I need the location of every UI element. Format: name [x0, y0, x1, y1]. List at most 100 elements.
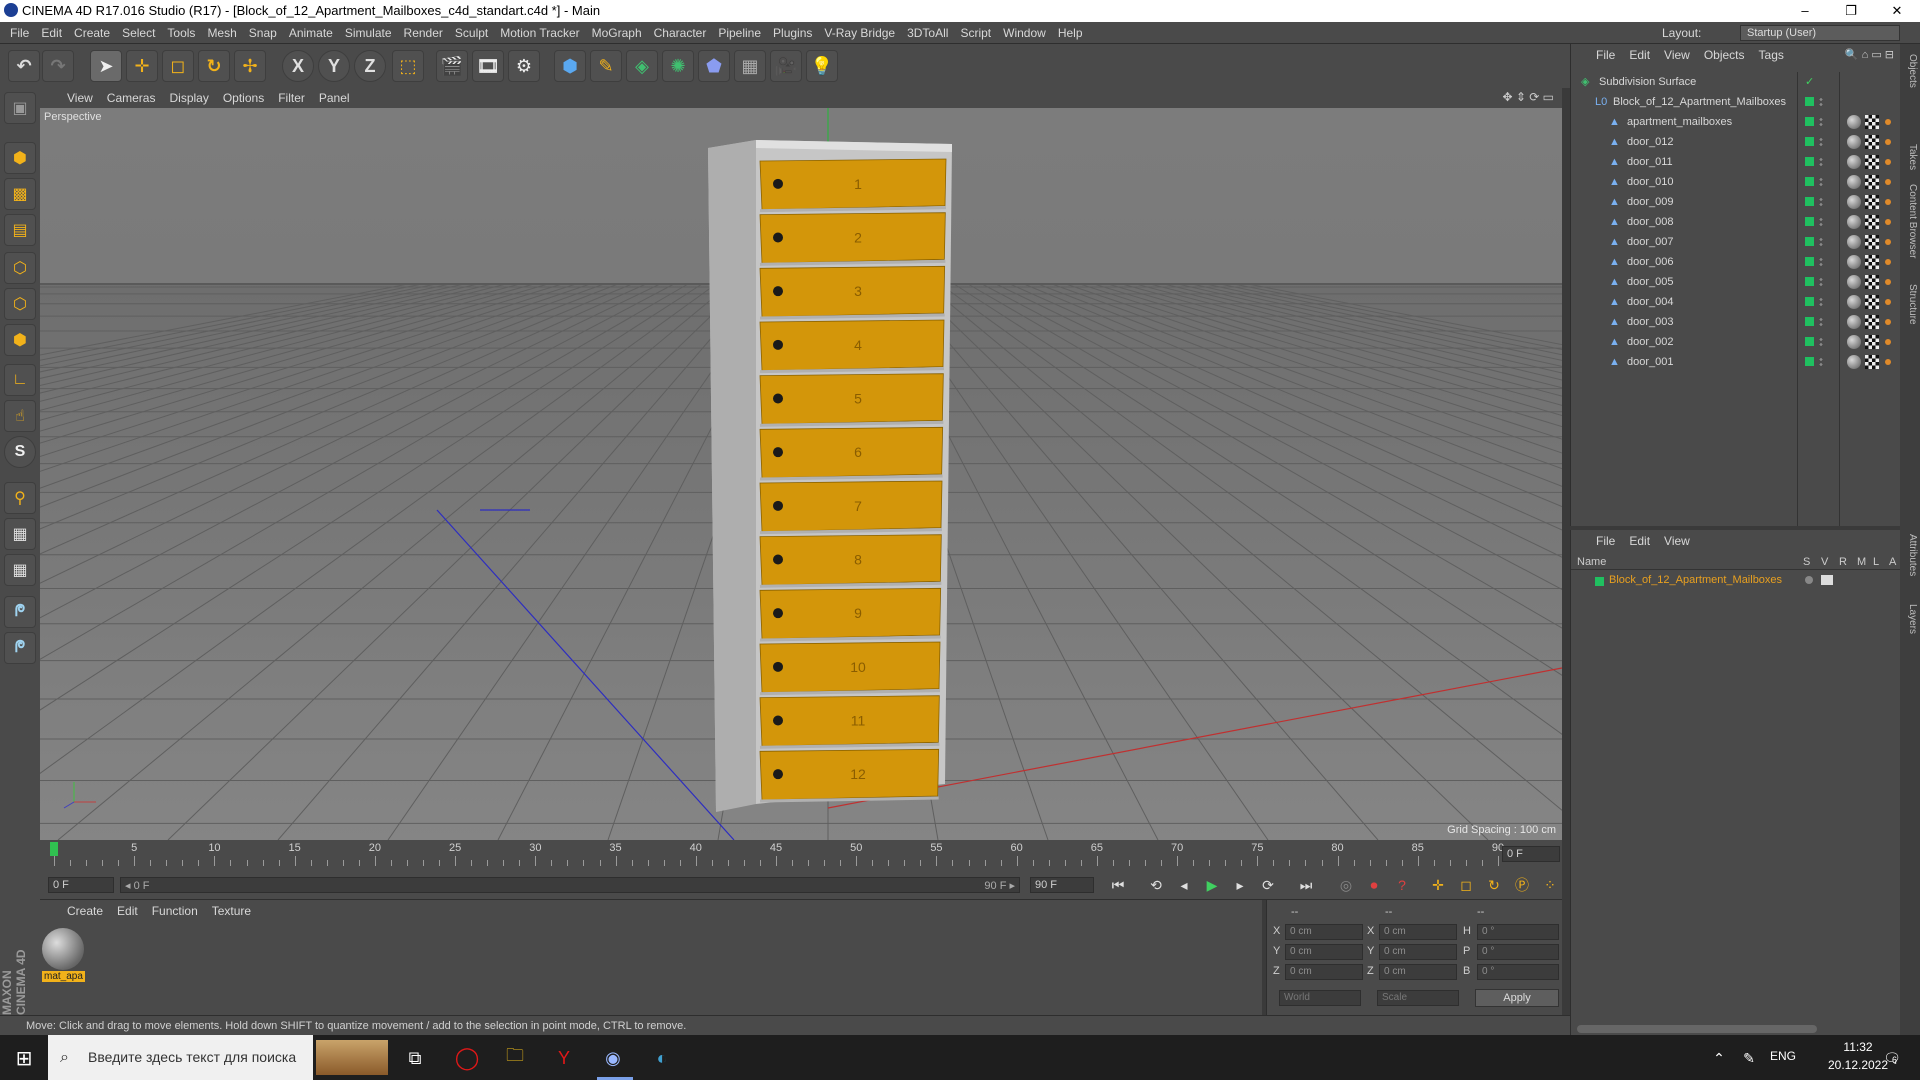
mailbox-door[interactable]: [759, 480, 943, 533]
object-name[interactable]: door_004: [1627, 292, 1674, 312]
model-mode-icon[interactable]: ⬢: [4, 142, 36, 174]
object-name[interactable]: door_008: [1627, 212, 1674, 232]
go-to-start-icon[interactable]: ⏮: [1106, 874, 1130, 896]
object-row[interactable]: ▲ door_003: [1571, 312, 1901, 332]
light-bulb-icon[interactable]: 💡: [806, 50, 838, 82]
python-console-icon[interactable]: ᖘ: [4, 632, 36, 664]
menu-item-simulate[interactable]: Simulate: [339, 22, 398, 44]
layer-color-swatch[interactable]: [1805, 97, 1814, 106]
snapping-icon[interactable]: S: [4, 436, 36, 468]
menu-item-file[interactable]: File: [4, 22, 35, 44]
object-name[interactable]: door_003: [1627, 312, 1674, 332]
material-menu-texture[interactable]: Texture: [205, 900, 258, 922]
layer-color-swatch[interactable]: [1805, 257, 1814, 266]
viewport-menu-filter[interactable]: Filter: [271, 88, 312, 108]
move-icon[interactable]: ✛: [126, 50, 158, 82]
uvw-tag-icon[interactable]: [1865, 355, 1879, 369]
yandex-browser-icon[interactable]: Y: [548, 1042, 580, 1074]
rotation-h-field[interactable]: 0 °: [1477, 924, 1559, 940]
layer-menu-file[interactable]: File: [1589, 530, 1622, 552]
language-indicator[interactable]: ENG: [1770, 1049, 1796, 1063]
object-row[interactable]: ▲ door_009: [1571, 192, 1901, 212]
previous-key-icon[interactable]: ⟲: [1144, 874, 1168, 896]
texture-mode-icon[interactable]: ▩: [4, 178, 36, 210]
layer-horizontal-scrollbar[interactable]: [1577, 1025, 1817, 1033]
uvw-tag-icon[interactable]: [1865, 115, 1879, 129]
undo-icon[interactable]: ↶: [8, 50, 40, 82]
mailbox-door[interactable]: [759, 319, 945, 372]
rotation-b-field[interactable]: 0 °: [1477, 964, 1559, 980]
layer-color-swatch[interactable]: [1805, 137, 1814, 146]
python-script-icon[interactable]: ᖘ: [4, 596, 36, 628]
planar-workplane-icon[interactable]: ▦: [4, 554, 36, 586]
mailbox-block-model[interactable]: 123456789101112: [708, 140, 952, 812]
go-to-end-icon[interactable]: ⏭: [1294, 874, 1318, 896]
object-row[interactable]: ▲ apartment_mailboxes: [1571, 112, 1901, 132]
search-highlight-image[interactable]: [316, 1040, 388, 1075]
visibility-dots-icon[interactable]: [1819, 317, 1823, 327]
object-menu-file[interactable]: File: [1589, 44, 1622, 66]
material-tag-icon[interactable]: [1847, 175, 1861, 189]
edges-mode-icon[interactable]: ⬡: [4, 288, 36, 320]
object-row[interactable]: ▲ door_002: [1571, 332, 1901, 352]
start-frame-field[interactable]: 0 F: [48, 877, 114, 893]
visibility-dots-icon[interactable]: [1819, 357, 1823, 367]
material-tag-icon[interactable]: [1847, 195, 1861, 209]
material-tag-icon[interactable]: [1847, 115, 1861, 129]
mailbox-door[interactable]: [759, 265, 946, 318]
layer-color-swatch[interactable]: [1805, 297, 1814, 306]
material-tag-icon[interactable]: [1847, 235, 1861, 249]
uvw-tag-icon[interactable]: [1865, 315, 1879, 329]
perspective-viewport[interactable]: 1 2 3 4 5 6 7 8 9 10 11 12 Perspective Grid Spacing…: [40, 108, 1562, 840]
uvw-tag-icon[interactable]: [1865, 195, 1879, 209]
material-tag-icon[interactable]: [1847, 135, 1861, 149]
array-icon[interactable]: ✺: [662, 50, 694, 82]
layer-menu-view[interactable]: View: [1657, 530, 1697, 552]
key-rotation-icon[interactable]: ↻: [1482, 874, 1506, 896]
size-x-field[interactable]: 0 cm: [1379, 924, 1457, 940]
visibility-dots-icon[interactable]: [1819, 137, 1823, 147]
taskbar-search-input[interactable]: ⌕ Введите здесь текст для поиска: [48, 1035, 313, 1080]
uvw-tag-icon[interactable]: [1865, 255, 1879, 269]
menu-item-pipeline[interactable]: Pipeline: [712, 22, 767, 44]
tray-chevron-icon[interactable]: ⌃: [1703, 1042, 1735, 1074]
uvw-tag-icon[interactable]: [1865, 155, 1879, 169]
file-explorer-icon[interactable]: 🗀: [499, 1042, 531, 1074]
object-row[interactable]: L0 Block_of_12_Apartment_Mailboxes: [1571, 92, 1901, 112]
viewport-scene[interactable]: 123456789101112: [40, 108, 1562, 840]
size-z-field[interactable]: 0 cm: [1379, 964, 1457, 980]
uvw-tag-icon[interactable]: [1865, 235, 1879, 249]
viewport-nav-icons[interactable]: ✥ ⇕ ⟳ ▭: [1502, 90, 1554, 104]
key-pla-icon[interactable]: ⁘: [1538, 874, 1562, 896]
mailbox-door[interactable]: [759, 534, 942, 586]
points-mode-icon[interactable]: ⬡: [4, 252, 36, 284]
layer-row[interactable]: Block_of_12_Apartment_Mailboxes: [1571, 572, 1901, 590]
scale-mode-dropdown[interactable]: Scale: [1377, 990, 1459, 1006]
mailbox-door[interactable]: [759, 373, 944, 425]
object-row[interactable]: ▲ door_010: [1571, 172, 1901, 192]
menu-item-script[interactable]: Script: [954, 22, 997, 44]
uvw-tag-icon[interactable]: [1865, 175, 1879, 189]
material-tag-icon[interactable]: [1847, 255, 1861, 269]
material-tag-icon[interactable]: [1847, 275, 1861, 289]
material-tag-icon[interactable]: [1847, 215, 1861, 229]
layer-name[interactable]: Block_of_12_Apartment_Mailboxes: [1609, 574, 1782, 586]
layer-color-swatch[interactable]: [1805, 217, 1814, 226]
vertical-tab-layers[interactable]: Layers: [1902, 604, 1918, 634]
object-name[interactable]: door_001: [1627, 352, 1674, 372]
mailbox-door[interactable]: [759, 158, 947, 211]
layer-color-swatch[interactable]: [1595, 577, 1604, 586]
mailbox-door[interactable]: [759, 426, 944, 479]
menu-item-edit[interactable]: Edit: [35, 22, 68, 44]
menu-item-motion-tracker[interactable]: Motion Tracker: [494, 22, 585, 44]
mailbox-door[interactable]: [759, 695, 940, 747]
visibility-dots-icon[interactable]: [1819, 337, 1823, 347]
layer-color-swatch[interactable]: [1805, 237, 1814, 246]
coordinate-system-dropdown[interactable]: World: [1279, 990, 1361, 1006]
polygons-mode-icon[interactable]: ⬢: [4, 324, 36, 356]
live-selection-icon[interactable]: ✢: [234, 50, 266, 82]
layer-visible-icon[interactable]: [1821, 575, 1833, 585]
menu-item-mograph[interactable]: MoGraph: [586, 22, 648, 44]
object-menu-edit[interactable]: Edit: [1622, 44, 1657, 66]
record-active-icon[interactable]: ⏺: [1362, 874, 1386, 896]
